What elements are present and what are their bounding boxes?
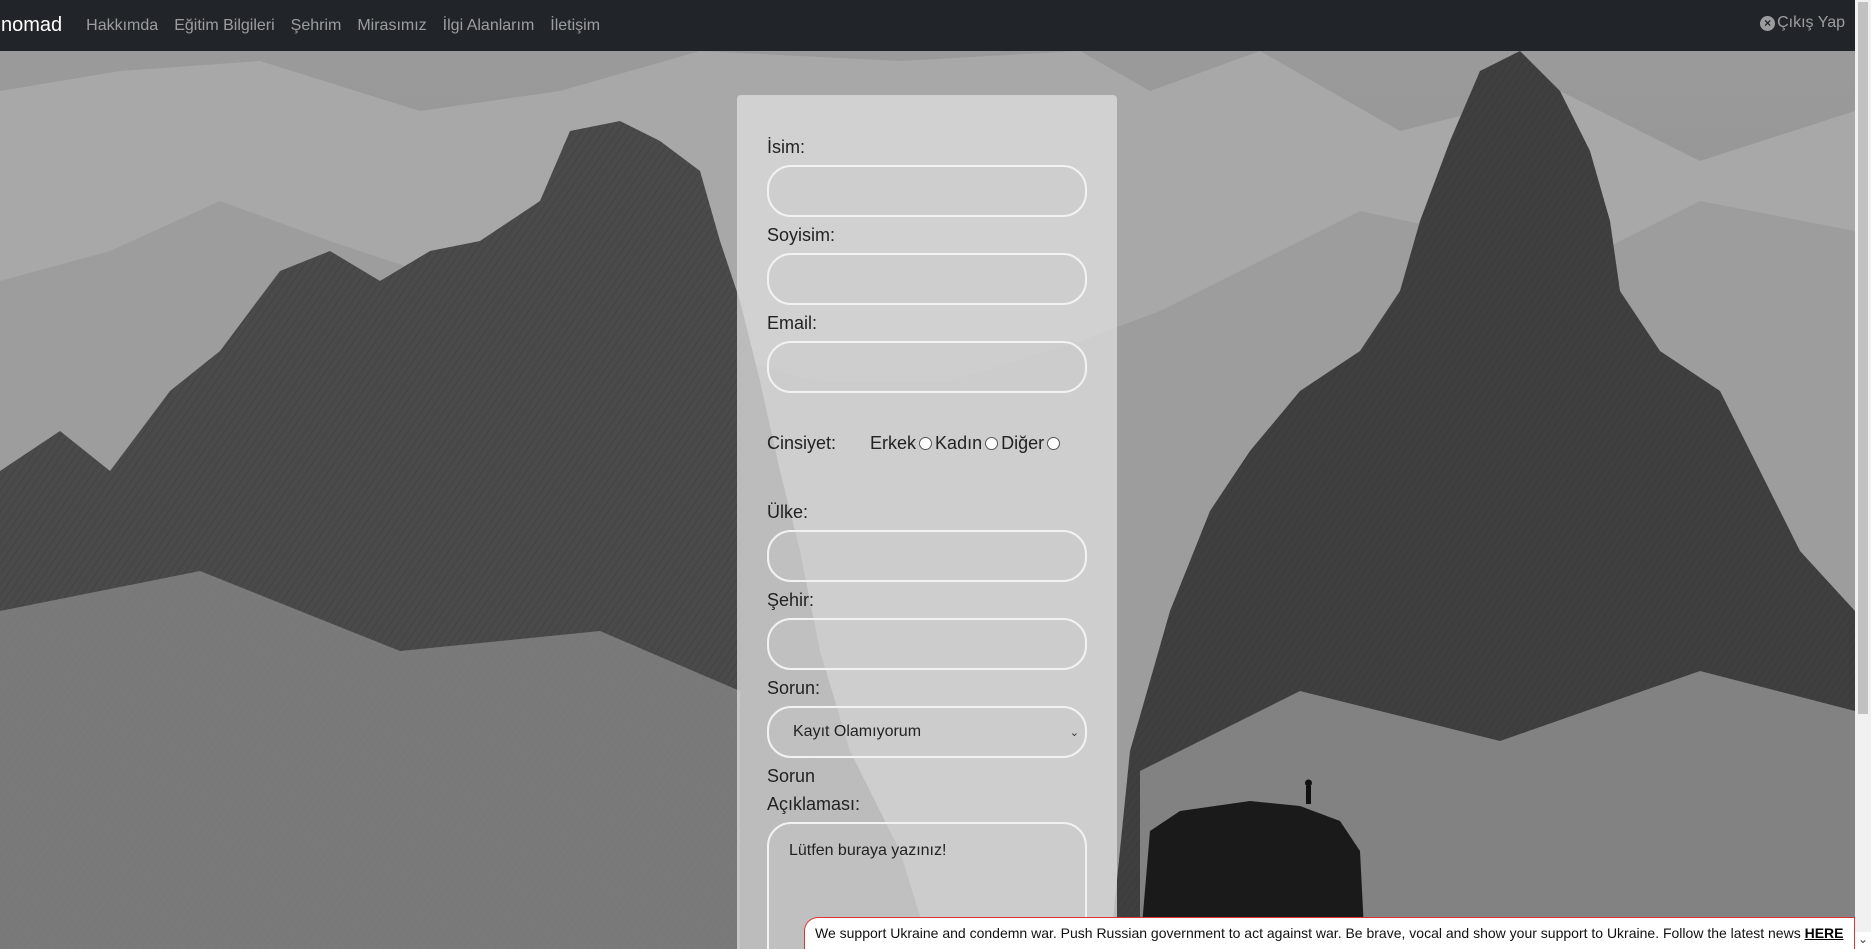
chevron-down-icon: ⌄ (1069, 726, 1079, 739)
description-label: Sorun (767, 764, 1087, 788)
nav-link-heritage[interactable]: Mirasımız (357, 17, 426, 35)
gender-radio-male[interactable] (919, 437, 933, 450)
ukraine-support-banner: We support Ukraine and condemn war. Push… (804, 917, 1855, 949)
issue-label: Sorun: (767, 678, 821, 698)
gender-option-label: Erkek (870, 433, 917, 453)
nav-link-about[interactable]: Hakkımda (86, 17, 158, 35)
contact-form-card: İsim: Soyisim: Email: Cinsiyet: Erkek Ka… (737, 95, 1117, 949)
banner-here-link[interactable]: HERE (1805, 925, 1844, 941)
issue-select[interactable]: Kayıt Olamıyorum ⌄ (767, 706, 1087, 758)
description-label-2: Açıklaması: (767, 792, 1087, 816)
issue-selected-value: Kayıt Olamıyorum (793, 723, 922, 740)
top-navbar: nomad Hakkımda Eğitim Bilgileri Şehrim M… (0, 0, 1855, 51)
brand-logo[interactable]: nomad (1, 14, 62, 37)
gender-label: Cinsiyet: (767, 433, 837, 453)
nav-link-contact[interactable]: İletişim (550, 17, 600, 35)
gender-option-label: Diğer (1001, 433, 1045, 453)
description-placeholder: Lütfen buraya yazınız! (789, 842, 947, 859)
email-label: Email: (767, 313, 818, 333)
logout-button[interactable]: × Çıkış Yap (1760, 14, 1845, 32)
gender-radio-female[interactable] (985, 437, 999, 450)
logout-label: Çıkış Yap (1777, 14, 1845, 31)
city-label: Şehir: (767, 590, 815, 610)
gender-option-label: Kadın (935, 433, 983, 453)
first-name-label: İsim: (767, 137, 805, 157)
description-label-line-1: Sorun (767, 766, 816, 786)
gender-radio-other[interactable] (1047, 437, 1061, 450)
nav-link-interests[interactable]: İlgi Alanlarım (443, 17, 535, 35)
nav-link-city[interactable]: Şehrim (291, 17, 342, 35)
banner-text: We support Ukraine and condemn war. Push… (815, 925, 1805, 941)
nav-link-education[interactable]: Eğitim Bilgileri (174, 17, 274, 35)
gender-option-female: Kadın (935, 433, 999, 454)
last-name-label: Soyisim: (767, 225, 836, 245)
close-circle-icon: × (1760, 15, 1776, 31)
last-name-input[interactable] (767, 253, 1087, 305)
description-label-line-2: Açıklaması: (767, 794, 861, 814)
first-name-input[interactable] (767, 165, 1087, 217)
chevron-down-icon[interactable]: ⌄ (1855, 932, 1871, 949)
country-input[interactable] (767, 530, 1087, 582)
page-scrollbar[interactable] (1855, 0, 1871, 949)
city-input[interactable] (767, 618, 1087, 670)
gender-group: Cinsiyet: Erkek Kadın Diğer (767, 433, 1087, 454)
gender-option-male: Erkek (870, 433, 933, 454)
email-input[interactable] (767, 341, 1087, 393)
gender-option-other: Diğer (1001, 433, 1061, 454)
scrollbar-thumb[interactable] (1858, 2, 1868, 714)
country-label: Ülke: (767, 502, 809, 522)
